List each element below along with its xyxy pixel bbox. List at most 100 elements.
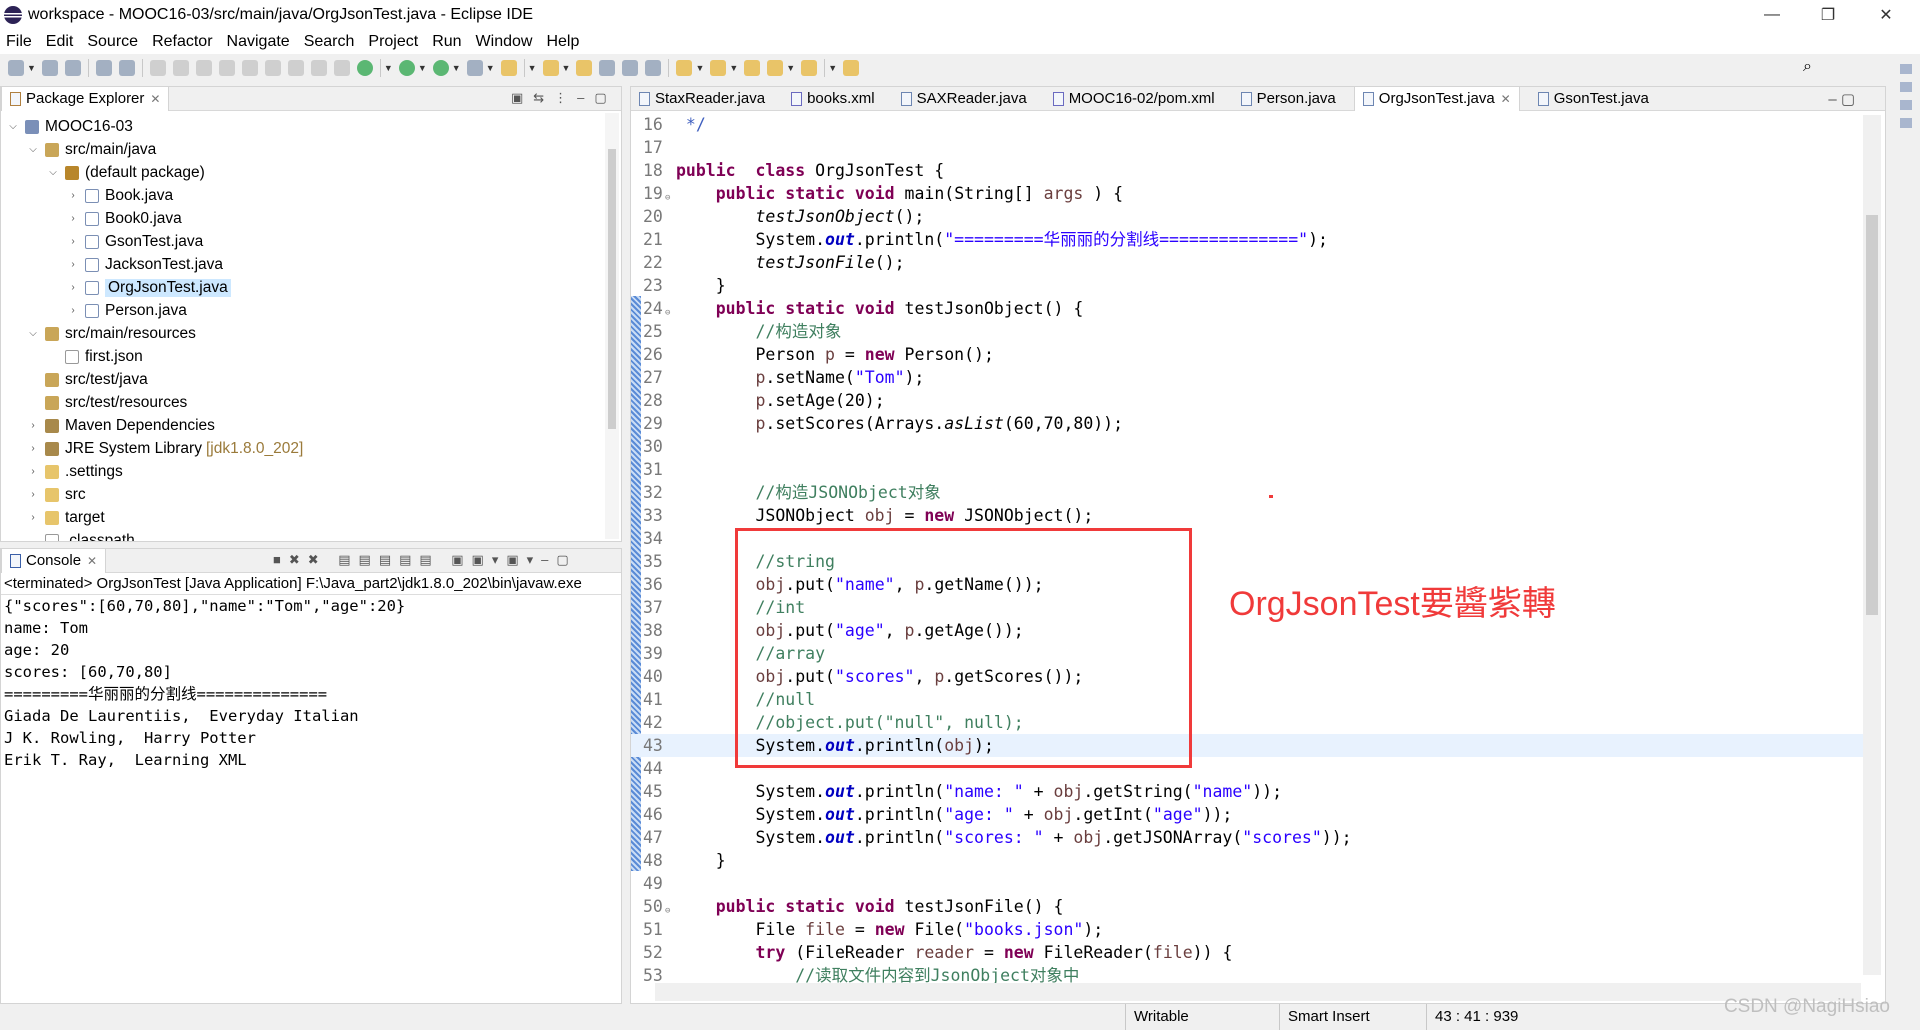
save-icon[interactable] [41, 60, 58, 76]
collapsed-arrow-icon[interactable]: › [27, 443, 39, 454]
dropdown-arrow-icon[interactable]: ▼ [27, 63, 36, 73]
close-button[interactable]: ✕ [1858, 0, 1914, 30]
tree-item[interactable]: .classpath [1, 529, 601, 541]
menu-edit[interactable]: Edit [46, 33, 74, 51]
menu-source[interactable]: Source [87, 33, 138, 51]
menu-run[interactable]: Run [432, 33, 461, 51]
forward-icon[interactable] [801, 60, 818, 76]
menu-search[interactable]: Search [304, 33, 355, 51]
minimize-button[interactable]: — [1744, 0, 1800, 30]
tab-orgjsontest-java[interactable]: OrgJsonTest.java ✕ [1353, 86, 1520, 111]
tree-item[interactable]: › GsonTest.java [1, 230, 601, 253]
dropdown-arrow-icon[interactable]: ▼ [418, 63, 427, 73]
tab-gsontest-java[interactable]: GsonTest.java [1530, 87, 1657, 111]
show-whitespace-icon[interactable] [645, 60, 662, 76]
tree-item[interactable]: › src [1, 483, 601, 506]
use-step-filters-icon[interactable] [333, 60, 350, 76]
tree-item[interactable]: › Book0.java [1, 207, 601, 230]
dropdown-arrow-icon[interactable]: ▼ [486, 63, 495, 73]
tree-item[interactable]: › JacksonTest.java [1, 253, 601, 276]
terminate-icon[interactable] [195, 60, 212, 76]
tree-item[interactable]: › Person.java [1, 299, 601, 322]
editor-vertical-scrollbar[interactable] [1863, 115, 1881, 975]
open-type-icon[interactable] [500, 60, 517, 76]
expanded-arrow-icon[interactable]: ⌵ [27, 144, 39, 155]
collapsed-arrow-icon[interactable]: › [67, 282, 79, 293]
collapsed-arrow-icon[interactable]: › [67, 259, 79, 270]
menu-refactor[interactable]: Refactor [152, 33, 212, 51]
tree-scrollbar[interactable] [605, 113, 619, 539]
menu-project[interactable]: Project [368, 33, 418, 51]
menu-file[interactable]: File [6, 33, 32, 51]
expanded-arrow-icon[interactable]: ⌵ [47, 167, 59, 178]
expanded-arrow-icon[interactable]: ⌵ [27, 328, 39, 339]
search-icon[interactable]: ⌕ [1803, 58, 1812, 76]
tree-item[interactable]: src/test/resources [1, 391, 601, 414]
view-toolbar-icons[interactable]: ▣⇆⋮–▢ [511, 90, 617, 106]
collapsed-arrow-icon[interactable]: › [27, 420, 39, 431]
tab-mooc16-02-pom-xml[interactable]: MOOC16-02/pom.xml [1045, 87, 1223, 111]
debug-icon[interactable] [356, 60, 373, 76]
toggle-ant-editor-icon[interactable] [576, 60, 593, 76]
tab-console[interactable]: Console ✕ [1, 548, 107, 573]
mark-occurrences-icon[interactable] [599, 60, 616, 76]
breakpoints-view-icon[interactable] [1900, 82, 1912, 92]
editor-min-max-icons[interactable]: – ▢ [1828, 90, 1855, 108]
outline-view-icon[interactable] [1900, 118, 1912, 128]
tree-item[interactable]: src/test/java [1, 368, 601, 391]
skip-breakpoints-icon[interactable] [118, 60, 135, 76]
back-icon[interactable] [767, 60, 784, 76]
dropdown-arrow-icon[interactable]: ▼ [786, 63, 795, 73]
tree-item[interactable]: ⌵ MOOC16-03 [1, 115, 601, 138]
collapsed-arrow-icon[interactable]: › [27, 489, 39, 500]
dropdown-arrow-icon[interactable]: ▼ [695, 63, 704, 73]
close-icon[interactable]: ✕ [87, 554, 97, 568]
tree-item[interactable]: first.json [1, 345, 601, 368]
dropdown-arrow-icon[interactable]: ▼ [729, 63, 738, 73]
dropdown-arrow-icon[interactable]: ▼ [384, 63, 393, 73]
variables-view-icon[interactable] [1900, 64, 1912, 74]
search-icon[interactable] [542, 60, 559, 76]
external-tools-icon[interactable] [466, 60, 483, 76]
tree-item[interactable]: ⌵ src/main/resources [1, 322, 601, 345]
tab-saxreader-java[interactable]: SAXReader.java [893, 87, 1035, 111]
tree-item[interactable]: › target [1, 506, 601, 529]
previous-annotation-icon[interactable] [710, 60, 727, 76]
dropdown-arrow-icon[interactable]: ▼ [562, 63, 571, 73]
collapsed-arrow-icon[interactable]: › [67, 305, 79, 316]
tree-item[interactable]: › JRE System Library [jdk1.8.0_202] [1, 437, 601, 460]
collapsed-arrow-icon[interactable]: › [67, 236, 79, 247]
editor-horizontal-scrollbar[interactable] [655, 983, 1861, 1001]
resume-icon[interactable] [149, 60, 166, 76]
step-into-icon[interactable] [241, 60, 258, 76]
save-all-icon[interactable] [64, 60, 81, 76]
restore-button[interactable]: ❐ [1800, 0, 1856, 30]
close-icon[interactable]: ✕ [150, 92, 160, 106]
console-toolbar-icons[interactable]: ■✖✖ ▤▤▤▤▤ ▣▣▾▣▾–▢ [273, 552, 577, 568]
menu-window[interactable]: Window [476, 33, 533, 51]
last-edit-icon[interactable] [744, 60, 761, 76]
tree-item[interactable]: › OrgJsonTest.java [1, 276, 601, 299]
run-icon[interactable] [398, 60, 415, 76]
dropdown-arrow-icon[interactable]: ▼ [452, 63, 461, 73]
dropdown-arrow-icon[interactable]: ▼ [528, 63, 537, 73]
expressions-view-icon[interactable] [1900, 100, 1912, 110]
pin-editor-icon[interactable] [843, 60, 860, 76]
step-over-icon[interactable] [264, 60, 281, 76]
collapsed-arrow-icon[interactable]: › [27, 512, 39, 523]
tab-books-xml[interactable]: books.xml [783, 87, 883, 111]
tree-item[interactable]: ⌵ (default package) [1, 161, 601, 184]
tree-item[interactable]: › .settings [1, 460, 601, 483]
expanded-arrow-icon[interactable]: ⌵ [7, 121, 19, 132]
tree-item[interactable]: › Maven Dependencies [1, 414, 601, 437]
tab-staxreader-java[interactable]: StaxReader.java [631, 87, 773, 111]
suspend-icon[interactable] [172, 60, 189, 76]
coverage-icon[interactable] [432, 60, 449, 76]
collapsed-arrow-icon[interactable]: › [27, 466, 39, 477]
drop-to-frame-icon[interactable] [310, 60, 327, 76]
menu-help[interactable]: Help [546, 33, 579, 51]
next-annotation-icon[interactable] [676, 60, 693, 76]
collapsed-arrow-icon[interactable]: › [67, 213, 79, 224]
toggle-block-selection-icon[interactable] [622, 60, 639, 76]
tree-item[interactable]: ⌵ src/main/java [1, 138, 601, 161]
